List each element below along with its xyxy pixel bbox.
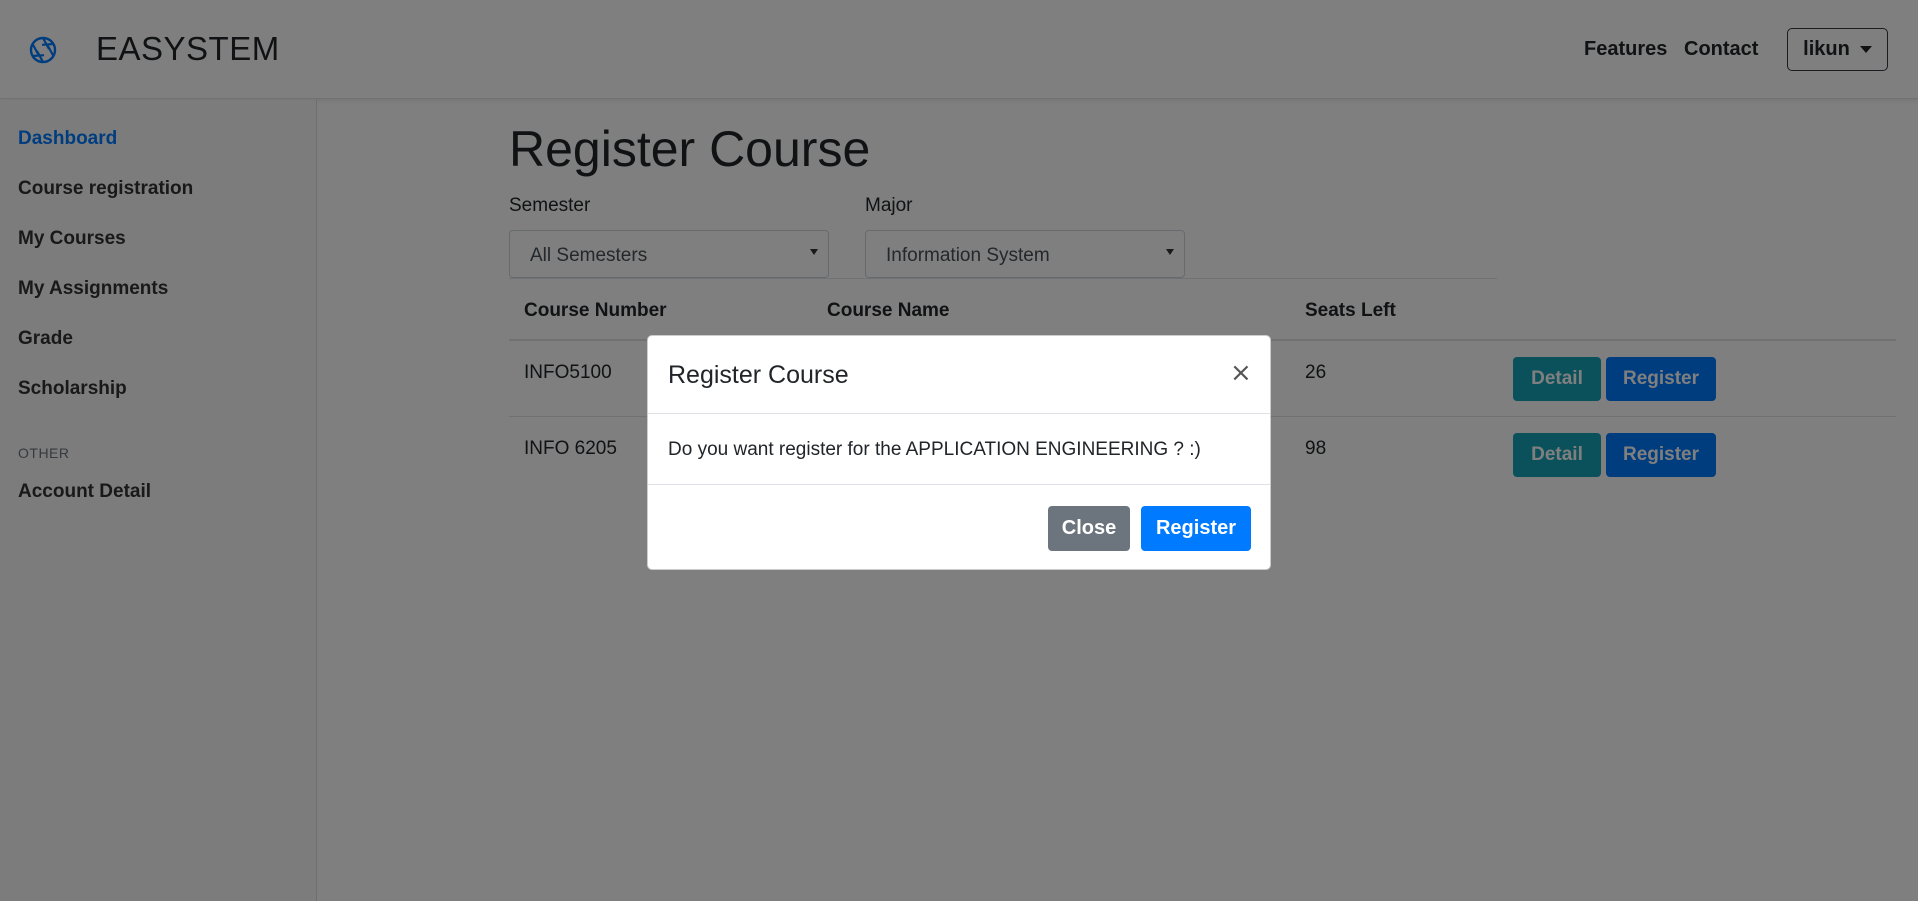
- modal-footer-divider: [648, 484, 1270, 485]
- modal-title: Register Course: [668, 361, 849, 389]
- modal-register-button[interactable]: Register: [1141, 506, 1251, 551]
- modal-header: Register Course ×: [648, 336, 1270, 414]
- modal-body-text: Do you want register for the APPLICATION…: [668, 439, 1201, 460]
- register-course-modal: Register Course × Do you want register f…: [647, 335, 1271, 570]
- close-icon[interactable]: ×: [1230, 358, 1252, 388]
- modal-close-button[interactable]: Close: [1048, 506, 1130, 551]
